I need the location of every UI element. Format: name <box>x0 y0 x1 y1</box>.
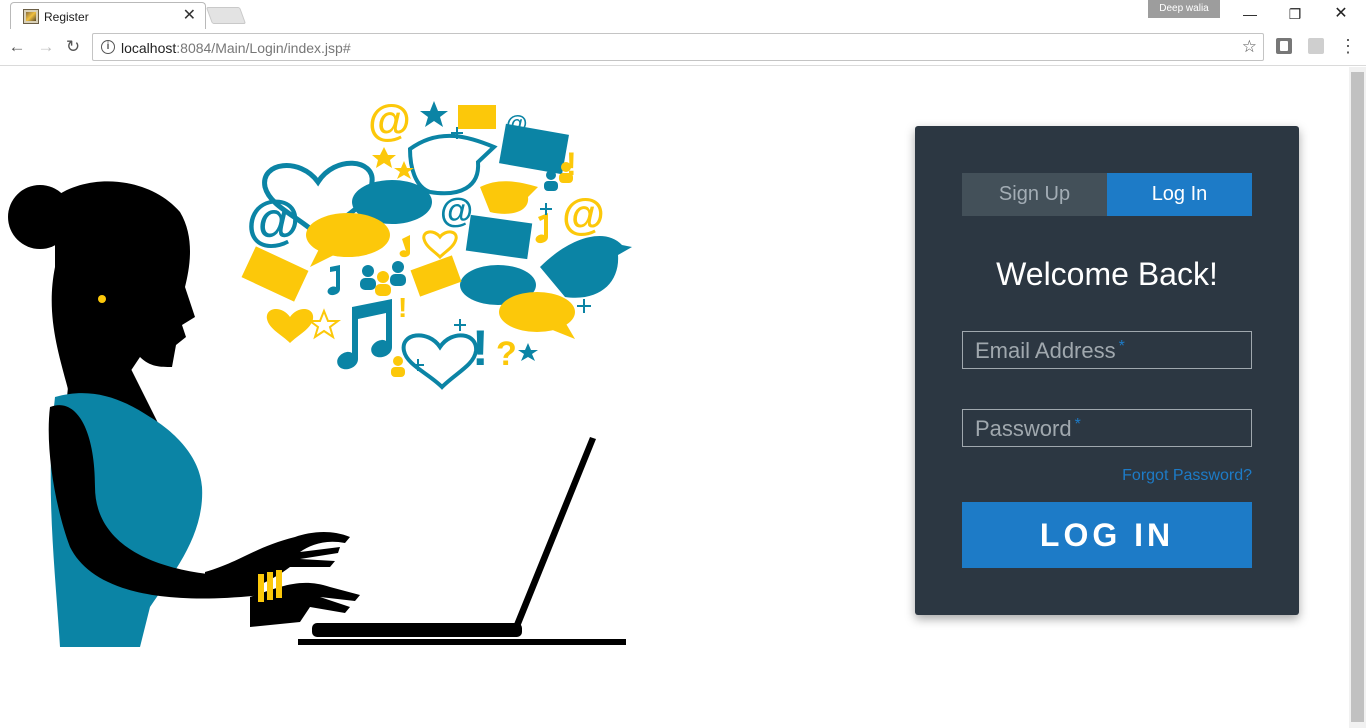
tab-log-in[interactable]: Log In <box>1107 173 1252 216</box>
close-tab-icon[interactable]: ✕ <box>183 7 196 25</box>
password-placeholder: Password * <box>975 416 1081 441</box>
address-bar[interactable]: i localhost:8084/Main/Login/index.jsp# ☆ <box>92 33 1264 61</box>
back-arrow-icon[interactable]: ← <box>6 36 28 58</box>
url-text[interactable]: localhost:8084/Main/Login/index.jsp# <box>121 40 351 56</box>
auth-tabs: Sign Up Log In <box>962 173 1252 216</box>
maximize-icon[interactable]: ❐ <box>1280 4 1310 24</box>
email-placeholder: Email Address * <box>975 338 1125 363</box>
close-window-icon[interactable]: ✕ <box>1326 4 1356 24</box>
welcome-heading: Welcome Back! <box>996 256 1218 292</box>
minimize-icon[interactable]: — <box>1235 4 1265 24</box>
svg-text:@: @ <box>368 96 411 145</box>
required-asterisk: * <box>1074 416 1081 433</box>
svg-text:?: ? <box>496 335 517 373</box>
scrollbar-thumb[interactable] <box>1351 72 1364 722</box>
reload-icon[interactable]: ↻ <box>62 36 84 58</box>
login-card: Sign Up Log In Welcome Back! Email Addre… <box>915 126 1299 615</box>
new-tab-button[interactable] <box>205 7 247 24</box>
woman-laptop-illustration: @ @ @ @ @ ! ? ! ! <box>8 96 632 647</box>
forgot-password-link[interactable]: Forgot Password? <box>1122 467 1252 485</box>
pdf-extension-icon[interactable] <box>1308 38 1324 54</box>
tab-strip: Register ✕ Deep walia — ❐ ✕ <box>0 0 1366 30</box>
profile-badge[interactable]: Deep walia <box>1148 0 1220 18</box>
kebab-menu-icon[interactable]: ⋮ <box>1338 34 1358 58</box>
browser-toolbar: ← → ↻ i localhost:8084/Main/Login/index.… <box>0 29 1366 66</box>
tab-sign-up[interactable]: Sign Up <box>962 173 1107 216</box>
password-field[interactable]: Password * <box>962 409 1252 447</box>
favicon-icon <box>23 9 39 24</box>
extension-icon[interactable] <box>1276 38 1292 54</box>
svg-text:!: ! <box>398 292 407 323</box>
svg-text:@: @ <box>562 190 605 239</box>
bookmark-star-icon[interactable]: ☆ <box>1242 37 1257 57</box>
svg-text:@: @ <box>440 192 473 230</box>
info-icon[interactable]: i <box>101 40 115 54</box>
required-asterisk: * <box>1118 338 1125 355</box>
email-field[interactable]: Email Address * <box>962 331 1252 369</box>
page-scrollbar[interactable] <box>1349 67 1366 728</box>
browser-tab-register[interactable]: Register ✕ <box>10 2 206 30</box>
forward-arrow-icon[interactable]: → <box>35 36 57 58</box>
login-submit-button[interactable]: LOG IN <box>962 502 1252 568</box>
page-content: @ @ @ @ @ ! ? ! ! Sign Up Log In Welcome… <box>0 67 1366 728</box>
tab-title: Register <box>44 10 89 24</box>
